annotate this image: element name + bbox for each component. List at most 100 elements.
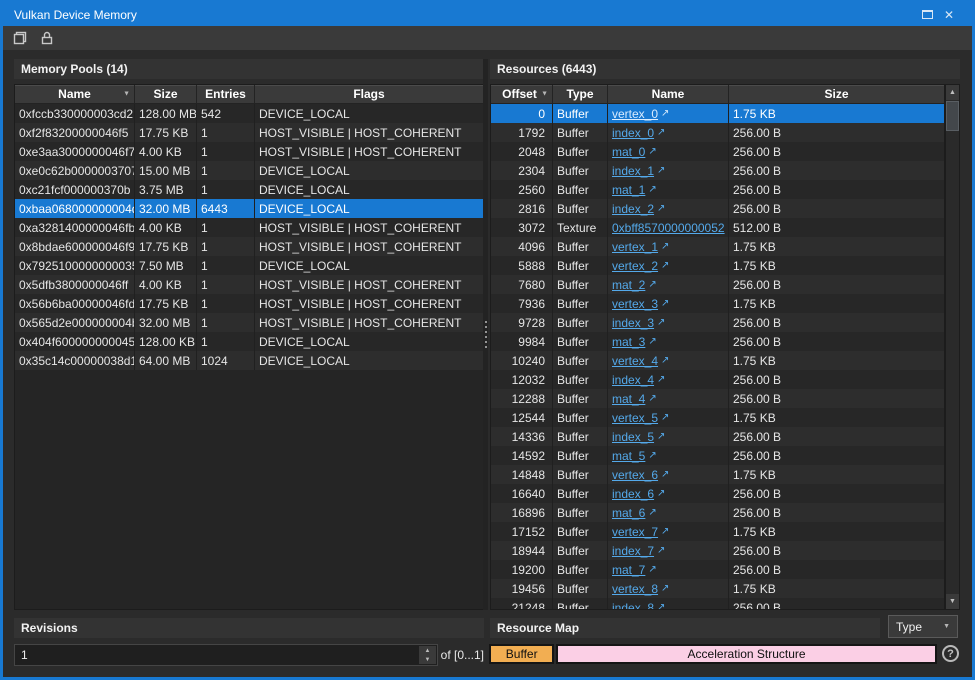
title-bar[interactable]: Vulkan Device Memory ✕ <box>3 3 972 26</box>
resource-link[interactable]: mat_1 <box>612 183 645 197</box>
resource-link[interactable]: mat_2 <box>612 278 645 292</box>
table-row[interactable]: 0xf2f83200000046f517.75 KB1HOST_VISIBLE … <box>15 123 483 142</box>
goto-resource-icon[interactable]: ↗ <box>648 507 656 518</box>
table-row[interactable]: 0x5dfb3800000046ff4.00 KB1HOST_VISIBLE |… <box>15 275 483 294</box>
scroll-up-icon[interactable]: ▲ <box>946 85 959 100</box>
goto-resource-icon[interactable]: ↗ <box>661 355 669 366</box>
resource-link[interactable]: index_8 <box>612 601 654 611</box>
table-row[interactable]: 2560Buffermat_1↗256.00 B <box>491 180 944 199</box>
resource-link[interactable]: index_6 <box>612 487 654 501</box>
resource-link[interactable]: 0xbff8570000000052 <box>612 221 725 235</box>
map-segment[interactable]: Buffer <box>489 644 554 664</box>
spin-buttons[interactable]: ▲ ▼ <box>419 646 436 664</box>
goto-resource-icon[interactable]: ↗ <box>657 431 665 442</box>
resource-link[interactable]: mat_4 <box>612 392 645 406</box>
table-row[interactable]: 0x79251000000000357.50 MB1DEVICE_LOCAL <box>15 256 483 275</box>
goto-resource-icon[interactable]: ↗ <box>648 393 656 404</box>
goto-resource-icon[interactable]: ↗ <box>657 317 665 328</box>
resource-link[interactable]: index_4 <box>612 373 654 387</box>
table-row[interactable]: 9984Buffermat_3↗256.00 B <box>491 332 944 351</box>
table-row[interactable]: 0xa3281400000046fb4.00 KB1HOST_VISIBLE |… <box>15 218 483 237</box>
table-row[interactable]: 1792Bufferindex_0↗256.00 B <box>491 123 944 142</box>
table-row[interactable]: 7936Buffervertex_3↗1.75 KB <box>491 294 944 313</box>
resource-link[interactable]: vertex_4 <box>612 354 658 368</box>
goto-resource-icon[interactable]: ↗ <box>648 184 656 195</box>
table-row[interactable]: 14848Buffervertex_6↗1.75 KB <box>491 465 944 484</box>
resource-link[interactable]: index_3 <box>612 316 654 330</box>
table-row[interactable]: 19456Buffervertex_8↗1.75 KB <box>491 579 944 598</box>
table-row[interactable]: 0x56b6ba00000046fd17.75 KB1HOST_VISIBLE … <box>15 294 483 313</box>
table-row[interactable]: 0x35c14c00000038d164.00 MB1024DEVICE_LOC… <box>15 351 483 370</box>
table-row[interactable]: 4096Buffervertex_1↗1.75 KB <box>491 237 944 256</box>
resource-link[interactable]: index_2 <box>612 202 654 216</box>
resource-link[interactable]: vertex_1 <box>612 240 658 254</box>
table-row[interactable]: 2304Bufferindex_1↗256.00 B <box>491 161 944 180</box>
resource-link[interactable]: index_7 <box>612 544 654 558</box>
resource-link[interactable]: index_1 <box>612 164 654 178</box>
goto-resource-icon[interactable]: ↗ <box>661 108 669 119</box>
table-row[interactable]: 0x565d2e000000004b32.00 MB1HOST_VISIBLE … <box>15 313 483 332</box>
table-row[interactable]: 17152Buffervertex_7↗1.75 KB <box>491 522 944 541</box>
resource-link[interactable]: index_0 <box>612 126 654 140</box>
lock-button[interactable] <box>38 29 56 47</box>
resource-link[interactable]: mat_6 <box>612 506 645 520</box>
table-row[interactable]: 12544Buffervertex_5↗1.75 KB <box>491 408 944 427</box>
maximize-button[interactable] <box>916 6 938 24</box>
column-header-name[interactable]: Name ▼ <box>15 85 135 104</box>
goto-resource-icon[interactable]: ↗ <box>657 602 665 610</box>
resource-link[interactable]: mat_3 <box>612 335 645 349</box>
goto-resource-icon[interactable]: ↗ <box>648 450 656 461</box>
table-row[interactable]: 16896Buffermat_6↗256.00 B <box>491 503 944 522</box>
table-row[interactable]: 0xbaa068000000004d32.00 MB6443DEVICE_LOC… <box>15 199 483 218</box>
table-row[interactable]: 5888Buffervertex_2↗1.75 KB <box>491 256 944 275</box>
column-header-offset[interactable]: Offset ▼ <box>491 85 553 104</box>
goto-resource-icon[interactable]: ↗ <box>661 583 669 594</box>
resource-link[interactable]: vertex_5 <box>612 411 658 425</box>
resource-link[interactable]: vertex_6 <box>612 468 658 482</box>
column-header-resname[interactable]: Name <box>608 85 729 104</box>
table-row[interactable]: 14592Buffermat_5↗256.00 B <box>491 446 944 465</box>
map-mode-dropdown[interactable]: Type ▼ <box>888 615 958 638</box>
help-icon[interactable]: ? <box>942 645 959 662</box>
goto-resource-icon[interactable]: ↗ <box>648 279 656 290</box>
table-row[interactable]: 12288Buffermat_4↗256.00 B <box>491 389 944 408</box>
table-row[interactable]: 2048Buffermat_0↗256.00 B <box>491 142 944 161</box>
goto-resource-icon[interactable]: ↗ <box>657 545 665 556</box>
close-button[interactable]: ✕ <box>938 6 960 24</box>
table-row[interactable]: 16640Bufferindex_6↗256.00 B <box>491 484 944 503</box>
goto-resource-icon[interactable]: ↗ <box>657 203 665 214</box>
column-header-size[interactable]: Size <box>135 85 197 104</box>
scrollbar-thumb[interactable] <box>946 101 959 131</box>
column-header-flags[interactable]: Flags <box>255 85 483 104</box>
table-row[interactable]: 3072Texture0xbff8570000000052↗512.00 B <box>491 218 944 237</box>
scroll-down-icon[interactable]: ▼ <box>946 594 959 609</box>
column-header-ressize[interactable]: Size <box>729 85 944 104</box>
goto-resource-icon[interactable]: ↗ <box>657 127 665 138</box>
goto-resource-icon[interactable]: ↗ <box>648 146 656 157</box>
table-row[interactable]: 19200Buffermat_7↗256.00 B <box>491 560 944 579</box>
spin-up-icon[interactable]: ▲ <box>419 646 436 655</box>
resource-link[interactable]: vertex_8 <box>612 582 658 596</box>
goto-resource-icon[interactable]: ↗ <box>661 241 669 252</box>
goto-resource-icon[interactable]: ↗ <box>661 469 669 480</box>
table-row[interactable]: 0Buffervertex_0↗1.75 KB <box>491 104 944 123</box>
resource-link[interactable]: mat_0 <box>612 145 645 159</box>
resource-link[interactable]: vertex_0 <box>612 107 658 121</box>
resource-link[interactable]: mat_5 <box>612 449 645 463</box>
table-row[interactable]: 14336Bufferindex_5↗256.00 B <box>491 427 944 446</box>
table-row[interactable]: 12032Bufferindex_4↗256.00 B <box>491 370 944 389</box>
column-header-entries[interactable]: Entries <box>197 85 255 104</box>
resource-link[interactable]: vertex_3 <box>612 297 658 311</box>
resource-link[interactable]: vertex_7 <box>612 525 658 539</box>
spin-down-icon[interactable]: ▼ <box>419 655 436 664</box>
goto-resource-icon[interactable]: ↗ <box>657 374 665 385</box>
goto-resource-icon[interactable]: ↗ <box>657 488 665 499</box>
revision-spinbox[interactable]: 1 ▲ ▼ <box>14 644 438 666</box>
new-window-button[interactable] <box>11 29 29 47</box>
table-row[interactable]: 0xc21fcf000000370b3.75 MB1DEVICE_LOCAL <box>15 180 483 199</box>
table-row[interactable]: 0xe0c62b000000370715.00 MB1DEVICE_LOCAL <box>15 161 483 180</box>
goto-resource-icon[interactable]: ↗ <box>657 165 665 176</box>
table-row[interactable]: 2816Bufferindex_2↗256.00 B <box>491 199 944 218</box>
resource-link[interactable]: index_5 <box>612 430 654 444</box>
goto-resource-icon[interactable]: ↗ <box>648 564 656 575</box>
